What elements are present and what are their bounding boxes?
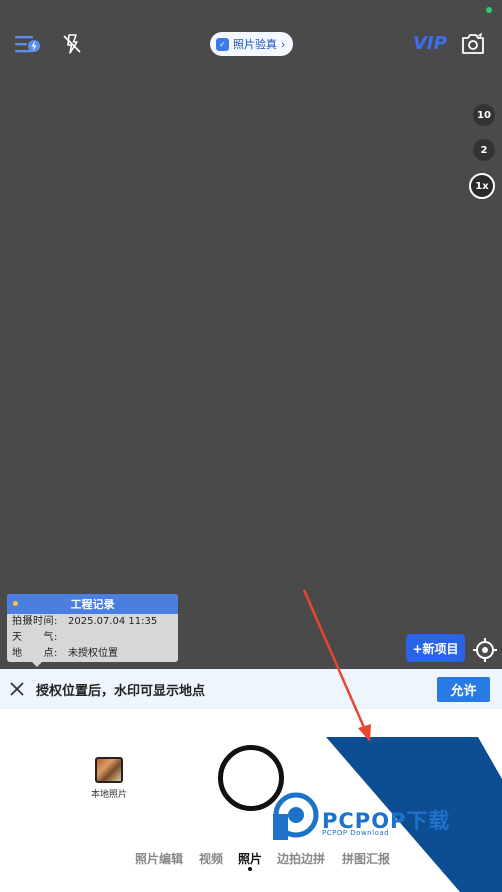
zoom-10-button[interactable]: 10: [473, 104, 495, 126]
watermark-dot: [13, 601, 18, 606]
camera-switch-icon[interactable]: [460, 32, 486, 56]
watermark-card[interactable]: 工程记录 拍摄时间: 2025.07.04 11:35 天 气: 地 点: 未授…: [7, 594, 178, 662]
allow-location-button[interactable]: 允许: [437, 677, 490, 702]
watermark-row-location: 地 点: 未授权位置: [7, 646, 178, 662]
mode-photo-edit[interactable]: 照片编辑: [135, 850, 183, 867]
notice-text: 授权位置后，水印可显示地点: [36, 683, 206, 699]
status-indicator-dot: [486, 7, 492, 13]
mode-collage-report[interactable]: 拼图汇报: [342, 850, 390, 867]
mode-shoot-and-stitch[interactable]: 边拍边拼: [277, 850, 325, 867]
zoom-1x-button[interactable]: 1x: [469, 173, 495, 199]
new-project-button[interactable]: +新项目: [406, 634, 465, 662]
mode-video[interactable]: 视频: [199, 850, 223, 867]
watermark-key: 拍摄时间:: [12, 616, 58, 627]
location-notice-bar: 授权位置后，水印可显示地点: [0, 669, 502, 709]
chevron-right-icon: ›: [281, 37, 286, 51]
watermark-value: 2025.07.04 11:35: [68, 616, 158, 627]
local-photos-label[interactable]: 本地照片: [82, 787, 136, 800]
flash-off-icon[interactable]: [60, 32, 84, 56]
watermark-key: 天 气:: [12, 632, 58, 643]
photo-verify-label: 照片验真: [233, 38, 277, 51]
shield-icon: ✓: [216, 37, 229, 51]
locate-icon[interactable]: [472, 637, 498, 663]
photo-verify-button[interactable]: ✓ 照片验真 ›: [210, 32, 294, 56]
watermark-header: 工程记录: [7, 594, 178, 614]
close-icon[interactable]: [10, 682, 24, 696]
camera-viewfinder[interactable]: [0, 0, 502, 669]
zoom-2-button[interactable]: 2: [473, 139, 495, 161]
watermark-value: 未授权位置: [68, 648, 118, 659]
brand-logo-icon: [273, 792, 319, 840]
watermark-row-weather: 天 气:: [7, 630, 178, 646]
watermark-row-time: 拍摄时间: 2025.07.04 11:35: [7, 614, 178, 630]
watermark-key: 地 点:: [12, 648, 58, 659]
menu-lightning-icon[interactable]: [14, 33, 42, 55]
watermark-pointer: [32, 662, 42, 667]
brand-subtitle: PCPOP Download: [322, 829, 390, 837]
active-mode-indicator: [248, 867, 252, 871]
watermark-title: 工程记录: [70, 598, 115, 611]
local-photos-thumbnail[interactable]: [95, 757, 123, 783]
mode-photo[interactable]: 照片: [238, 850, 262, 867]
vip-button[interactable]: VIP: [413, 33, 447, 54]
